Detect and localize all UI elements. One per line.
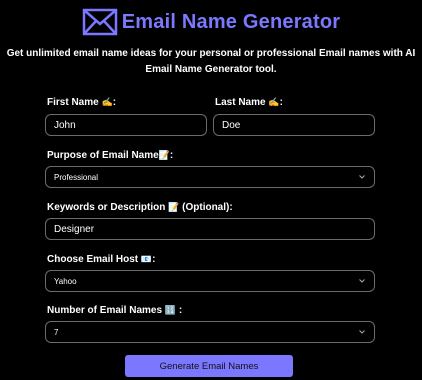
chevron-down-icon: [359, 330, 365, 334]
last-name-input[interactable]: Doe: [213, 114, 375, 136]
count-label: Number of Email Names 🔢 :: [47, 305, 183, 316]
email-host-label: Choose Email Host 📧:: [47, 254, 156, 265]
page-subtitle: Get unlimited email name ideas for your …: [6, 48, 416, 75]
email-host-select[interactable]: Yahoo: [45, 270, 375, 292]
app-header: Email Name Generator: [0, 6, 422, 38]
generate-button[interactable]: Generate Email Names: [125, 355, 293, 377]
chevron-down-icon: [359, 279, 365, 283]
last-name-label: Last Name ✍️:: [215, 97, 283, 108]
first-name-input[interactable]: John: [45, 114, 207, 136]
purpose-label: Purpose of Email Name📝:: [47, 150, 174, 161]
keywords-label: Keywords or Description 📝 (Optional):: [47, 202, 233, 213]
first-name-label: First Name ✍️:: [47, 97, 117, 108]
page-title: Email Name Generator: [121, 10, 341, 33]
chevron-down-icon: [359, 175, 365, 179]
count-select[interactable]: 7: [45, 321, 375, 343]
keywords-input[interactable]: Designer: [45, 218, 375, 240]
envelope-icon: [82, 8, 117, 36]
purpose-select[interactable]: Professional: [45, 166, 375, 188]
